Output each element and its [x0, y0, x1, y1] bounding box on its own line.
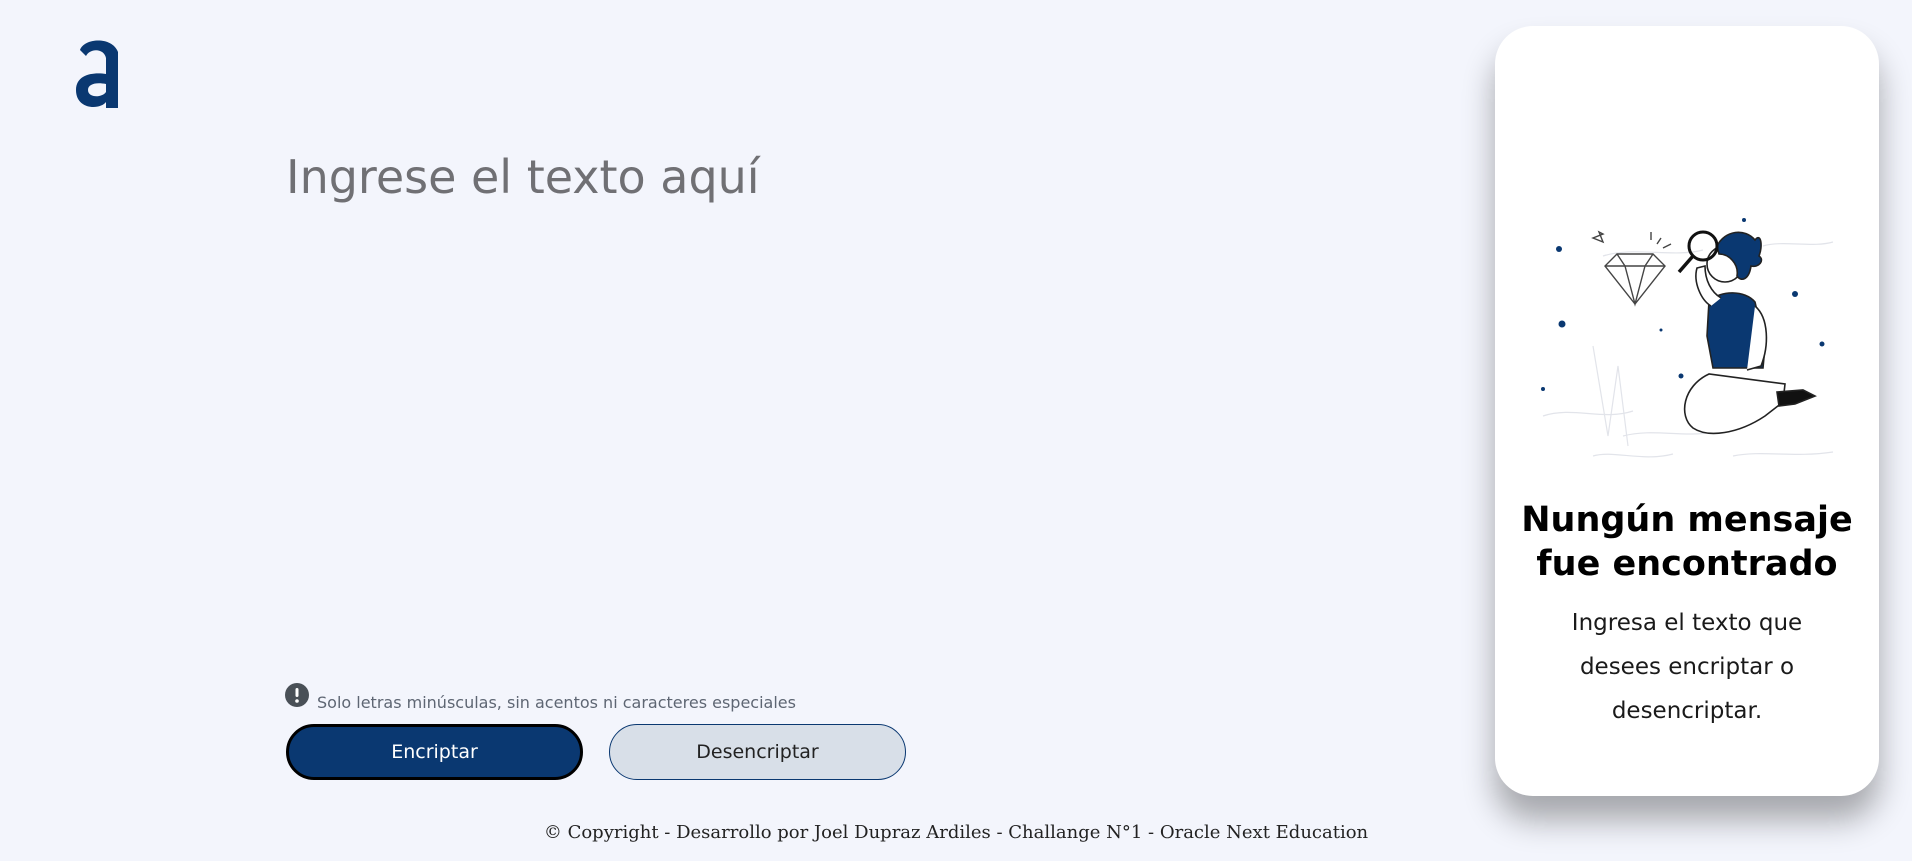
- output-panel: Nungún mensaje fue encontrado Ingresa el…: [1495, 26, 1879, 796]
- footer-copyright: © Copyright - Desarrollo por Joel Dupraz…: [543, 822, 1369, 843]
- person-with-magnifying-glass-illustration: [1541, 218, 1834, 458]
- hint-text: Solo letras minúsculas, sin acentos ni c…: [317, 692, 796, 712]
- encrypt-button[interactable]: Encriptar: [286, 724, 583, 780]
- hint: Solo letras minúsculas, sin acentos ni c…: [285, 683, 796, 712]
- exclamation-circle-icon: [285, 683, 309, 707]
- empty-state-title: Nungún mensaje fue encontrado: [1521, 500, 1853, 584]
- decrypt-button[interactable]: Desencriptar: [609, 724, 906, 780]
- empty-state-subtitle: Ingresa el texto que desees encriptar o …: [1571, 610, 1803, 724]
- alura-logo-icon[interactable]: [72, 34, 124, 110]
- text-input[interactable]: [284, 148, 1428, 672]
